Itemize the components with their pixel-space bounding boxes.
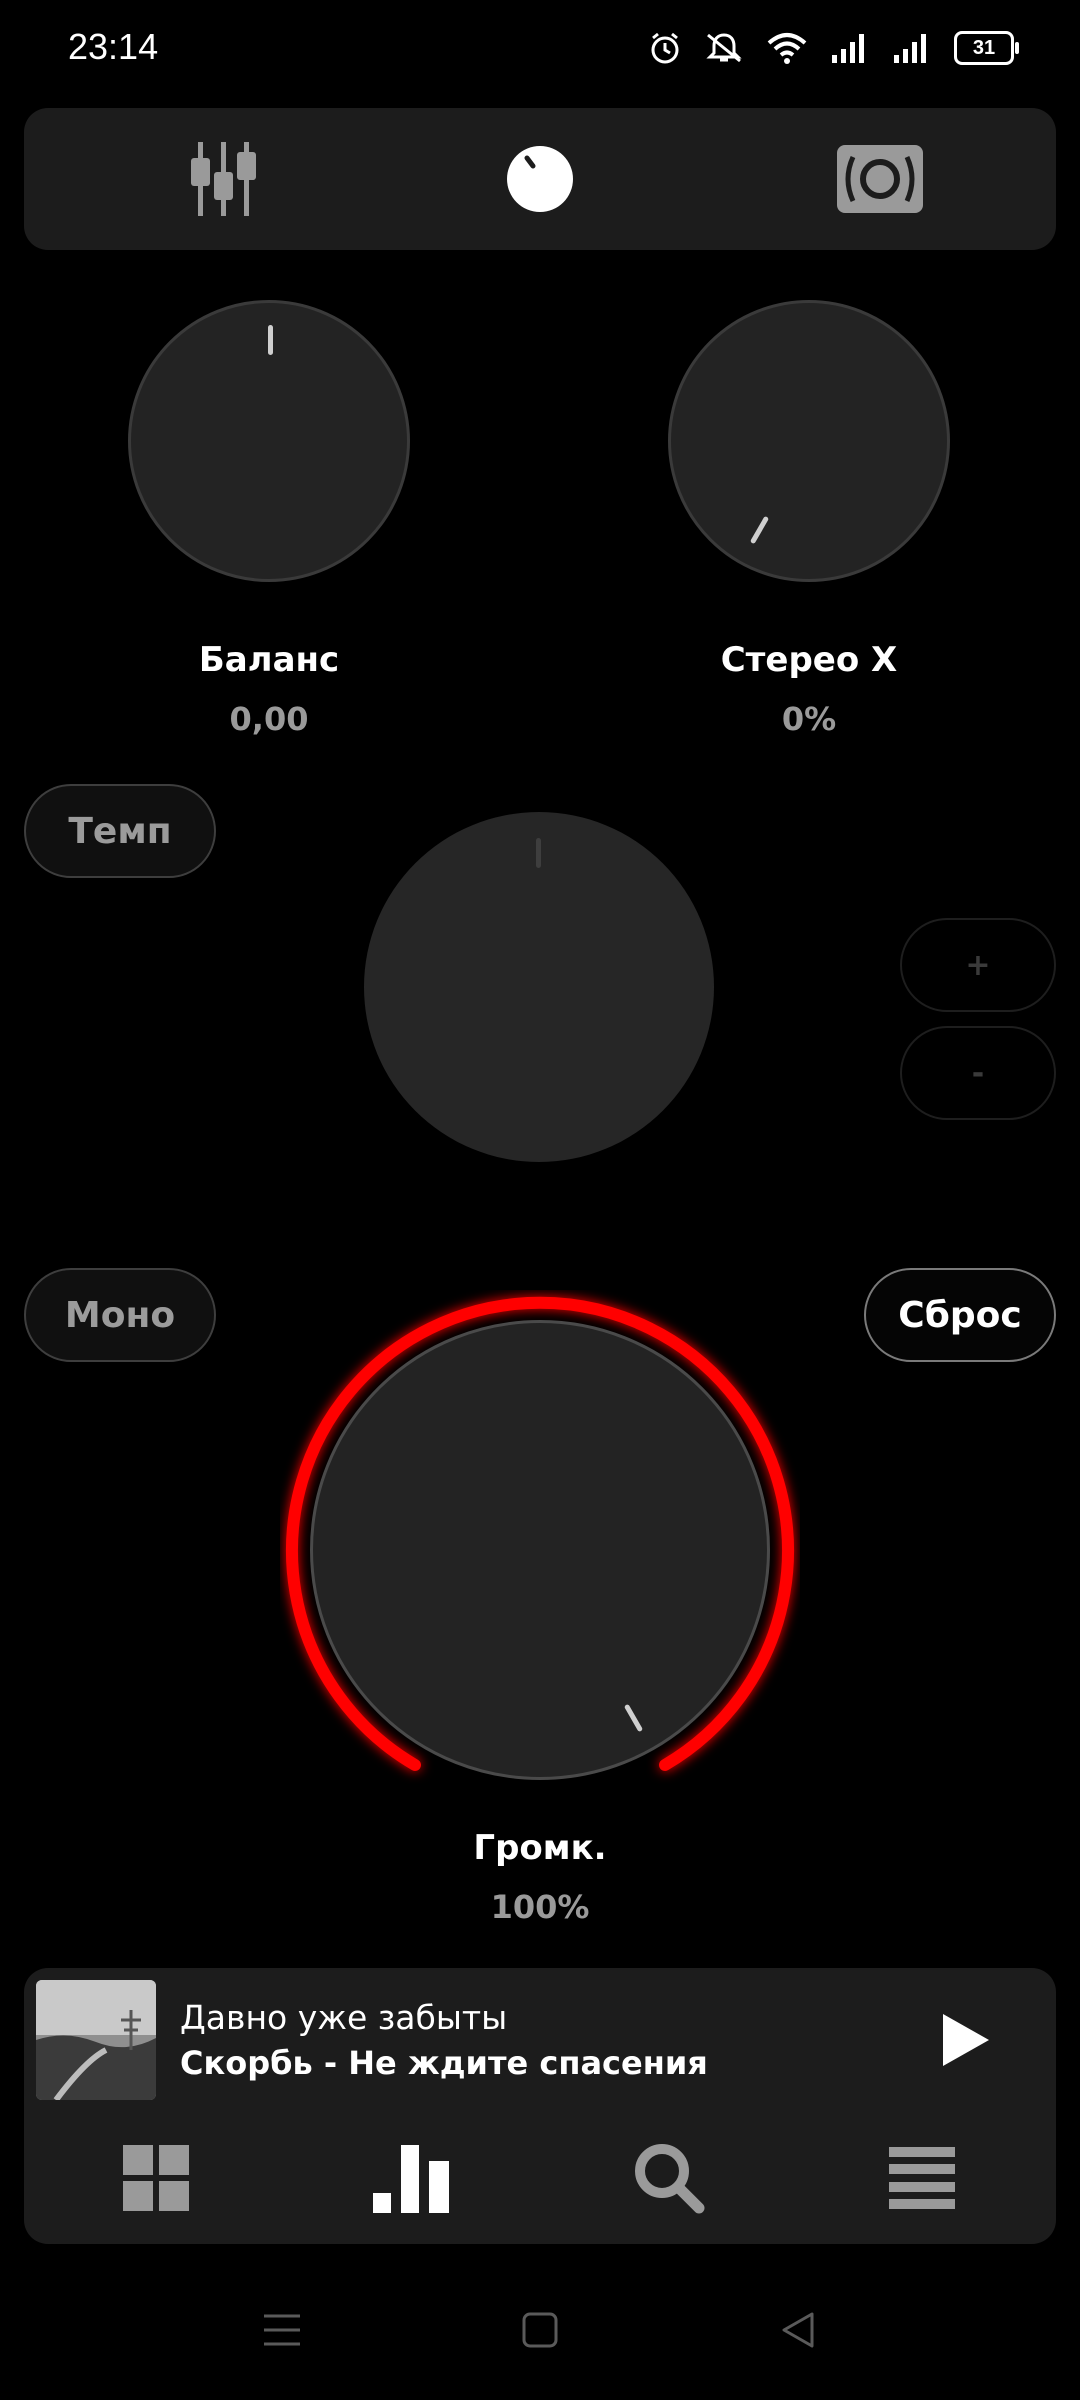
alarm-icon	[651, 32, 679, 64]
battery-icon: 31	[954, 31, 1019, 65]
system-menu-button[interactable]	[250, 2300, 314, 2360]
signal-icon	[832, 34, 864, 63]
list-icon	[889, 2147, 955, 2209]
mini-player: Давно уже забыты Скорбь - Не ждите спасе…	[24, 1968, 1056, 2244]
grid-icon	[123, 2145, 189, 2211]
tempo-knob[interactable]	[364, 812, 714, 1162]
nav-library[interactable]	[111, 2138, 201, 2218]
mute-icon	[706, 33, 742, 63]
menu-icon	[264, 2314, 300, 2346]
wifi-icon	[767, 33, 807, 64]
volume-value: 100%	[490, 1888, 590, 1926]
album-cover-image	[36, 1980, 156, 2100]
plus-button[interactable]: +	[900, 918, 1056, 1012]
stereo-knob-indicator	[749, 515, 770, 545]
track-title[interactable]: Давно уже забыты	[180, 1998, 507, 2037]
search-icon	[635, 2144, 705, 2214]
status-icons: 31	[648, 28, 1019, 68]
stereo-knob[interactable]	[668, 300, 950, 582]
volume-knob-indicator	[623, 1703, 644, 1733]
knob-icon	[507, 146, 573, 212]
balance-value: 0,00	[229, 700, 309, 738]
tab-knob[interactable]	[440, 108, 640, 250]
tempo-knob-indicator	[536, 838, 541, 868]
stereo-label: Стерео X	[720, 640, 898, 680]
nav-equalizer[interactable]	[368, 2138, 458, 2218]
balance-label: Баланс	[198, 640, 340, 680]
reset-button[interactable]: Сброс	[864, 1268, 1056, 1362]
system-home-button[interactable]	[508, 2300, 572, 2360]
tempo-button[interactable]: Темп	[24, 784, 216, 878]
nav-search[interactable]	[624, 2138, 714, 2218]
back-icon	[782, 2312, 814, 2348]
status-time: 23:14	[68, 26, 159, 67]
nav-menu[interactable]	[877, 2138, 967, 2218]
system-back-button[interactable]	[766, 2300, 830, 2360]
play-icon	[943, 2014, 989, 2066]
volume-label: Громк.	[473, 1828, 607, 1868]
stereo-value: 0%	[781, 700, 837, 738]
album-cover[interactable]	[36, 1980, 156, 2100]
minus-button[interactable]: -	[900, 1026, 1056, 1120]
balance-knob-indicator	[268, 325, 273, 355]
signal-icon	[894, 34, 926, 63]
home-icon	[522, 2312, 558, 2348]
chart-icon	[373, 2145, 449, 2213]
play-button[interactable]	[936, 2008, 996, 2072]
track-artist[interactable]: Скорбь - Не ждите спасения	[180, 2044, 708, 2082]
tab-equalizer[interactable]	[124, 108, 324, 250]
tab-speaker[interactable]	[780, 108, 980, 250]
mode-tabs	[24, 108, 1056, 250]
balance-knob[interactable]	[128, 300, 410, 582]
equalizer-sliders-icon	[191, 142, 256, 216]
mono-button[interactable]: Моно	[24, 1268, 216, 1362]
volume-knob[interactable]	[310, 1320, 770, 1780]
speaker-icon	[837, 145, 923, 213]
